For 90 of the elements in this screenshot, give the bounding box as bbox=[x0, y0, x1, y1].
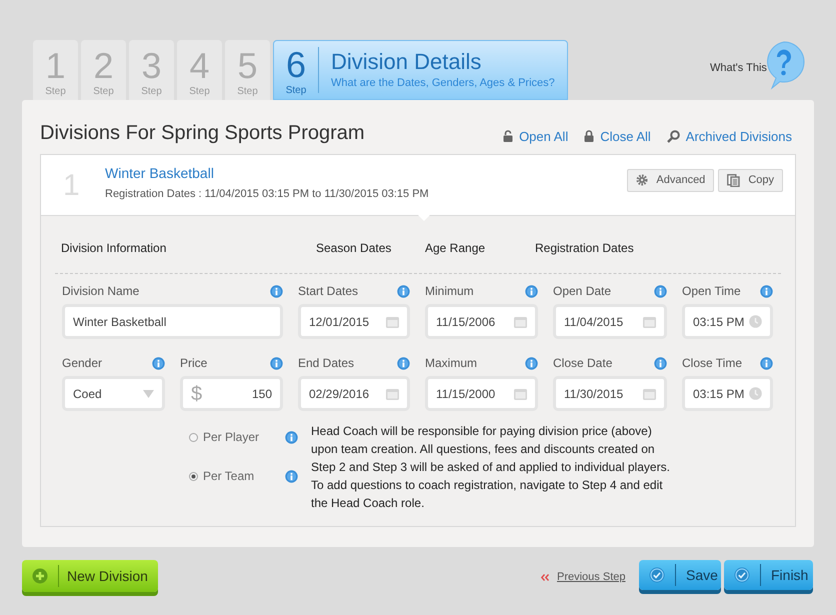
calendar-icon bbox=[643, 316, 656, 328]
field-label: Close Date bbox=[553, 355, 612, 372]
gear-icon bbox=[636, 174, 648, 186]
field-label: Gender bbox=[62, 355, 102, 372]
select-dropdown[interactable]: Coed bbox=[62, 376, 165, 411]
search-icon bbox=[666, 130, 680, 143]
info-icon bbox=[654, 356, 667, 370]
dropdown-caret-icon bbox=[143, 390, 154, 398]
text-field[interactable]: Winter Basketball bbox=[62, 304, 283, 339]
field-label: Maximum bbox=[425, 355, 478, 372]
registration-dates: Registration Dates : 11/04/2015 03:15 PM to 11/30/2015 03:15 PM bbox=[105, 187, 430, 202]
date-field[interactable]: 11/04/2015 bbox=[553, 304, 667, 339]
step-label: Step bbox=[93, 85, 114, 99]
check-icon bbox=[649, 567, 665, 583]
copy-icon bbox=[727, 174, 740, 186]
new-division-button[interactable]: New Division bbox=[22, 560, 158, 592]
footer-button[interactable]: Finish bbox=[724, 560, 813, 590]
field-label: Division Name bbox=[62, 283, 140, 300]
plus-icon bbox=[32, 568, 48, 584]
step-number: 5 bbox=[237, 48, 258, 84]
date-field[interactable]: 02/29/2016 bbox=[298, 376, 410, 411]
step-label: Step bbox=[286, 84, 306, 98]
panel-action-link[interactable]: Archived Divisions bbox=[666, 126, 792, 146]
step-number: 2 bbox=[93, 48, 114, 84]
info-icon bbox=[760, 356, 773, 370]
help-label[interactable]: What's This bbox=[710, 60, 767, 76]
info-icon bbox=[285, 430, 298, 444]
payment-note: Head Coach will be responsible for paying division price (above) upon team creation. All questions, fees and discounts created on Step 2 and Step 3 will be asked of and applied to individual players. To add questions to coach registration, navigate to Step 4 and edit the Head Coach role. bbox=[311, 423, 671, 512]
calendar-icon bbox=[386, 316, 399, 328]
info-icon bbox=[285, 470, 298, 482]
previous-step-link[interactable]: Previous Step bbox=[557, 569, 626, 586]
division-name-link[interactable]: Winter Basketball bbox=[105, 163, 628, 184]
double-chevron-icon bbox=[541, 574, 549, 581]
clock-icon bbox=[749, 315, 762, 328]
info-icon bbox=[760, 284, 773, 298]
info-icon bbox=[270, 284, 283, 298]
field-label: Open Time bbox=[682, 283, 741, 300]
field-label: Minimum bbox=[425, 283, 474, 300]
info-icon bbox=[270, 356, 283, 370]
time-field[interactable]: 03:15 PM bbox=[682, 376, 773, 411]
step-number: 6 bbox=[286, 47, 306, 83]
step-number: 4 bbox=[189, 48, 210, 84]
section-heading: Age Range bbox=[425, 241, 486, 255]
calendar-icon bbox=[514, 316, 527, 328]
step-number: 1 bbox=[45, 48, 66, 84]
radio-option[interactable]: Per Player bbox=[189, 428, 285, 446]
price-field[interactable]: $ 150 bbox=[180, 376, 283, 411]
section-heading: Season Dates bbox=[316, 241, 392, 255]
step-label: Step bbox=[189, 85, 210, 99]
info-icon bbox=[397, 356, 410, 370]
field-label: End Dates bbox=[298, 355, 354, 372]
section-heading: Division Information bbox=[61, 241, 166, 255]
check-icon bbox=[734, 567, 750, 583]
info-icon bbox=[152, 356, 165, 370]
calendar-icon bbox=[386, 388, 399, 400]
clock-icon bbox=[749, 387, 762, 400]
field-label: Close Time bbox=[682, 355, 742, 372]
field-label: Price bbox=[180, 355, 208, 372]
section-heading: Registration Dates bbox=[535, 241, 634, 255]
step-number: 3 bbox=[141, 48, 162, 84]
field-label: Open Date bbox=[553, 283, 612, 300]
pointer-notch bbox=[418, 215, 430, 221]
footer-button[interactable]: Save bbox=[639, 560, 721, 590]
step-label: Step bbox=[237, 85, 258, 99]
step-title: Division Details bbox=[331, 48, 482, 75]
unlock-icon bbox=[503, 130, 514, 142]
date-field[interactable]: 11/15/2000 bbox=[425, 376, 538, 411]
division-action-button[interactable]: Copy bbox=[718, 168, 783, 192]
date-field[interactable]: 11/30/2015 bbox=[553, 376, 667, 411]
date-field[interactable]: 12/01/2015 bbox=[298, 304, 410, 339]
step-label: Step bbox=[141, 85, 162, 99]
date-field[interactable]: 11/15/2006 bbox=[425, 304, 538, 339]
info-icon bbox=[525, 284, 538, 298]
calendar-icon bbox=[643, 388, 656, 400]
calendar-icon bbox=[514, 388, 527, 400]
info-icon bbox=[654, 284, 667, 298]
panel-action-link[interactable]: Open All bbox=[503, 126, 568, 146]
field-label: Start Dates bbox=[298, 283, 358, 300]
time-field[interactable]: 03:15 PM bbox=[682, 304, 773, 339]
info-icon bbox=[397, 284, 410, 298]
lock-icon bbox=[584, 130, 594, 142]
step-subtitle: What are the Dates, Genders, Ages & Prices? bbox=[331, 76, 555, 91]
currency-symbol: $ bbox=[191, 382, 202, 406]
info-icon bbox=[525, 356, 538, 370]
panel-action-link[interactable]: Close All bbox=[584, 126, 651, 146]
step-tab[interactable]: 6 Step Division Details What are the Dates, Genders, Ages & Prices? bbox=[273, 40, 568, 100]
radio-option[interactable]: Per Team bbox=[189, 467, 285, 485]
step-label: Step bbox=[45, 85, 66, 99]
panel-title: Divisions For Spring Sports Program bbox=[40, 121, 365, 146]
division-action-button[interactable]: Advanced bbox=[627, 168, 714, 192]
